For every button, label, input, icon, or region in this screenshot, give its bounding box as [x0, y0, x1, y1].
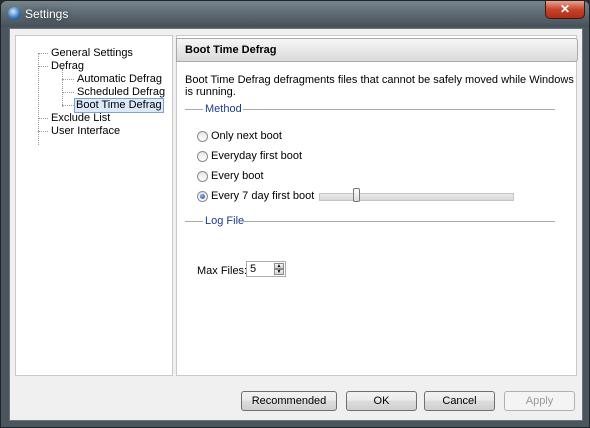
radio-label: Everyday first boot [211, 150, 303, 162]
panel-description: Boot Time Defrag defragments files that … [185, 74, 574, 98]
close-button[interactable]: ✕ [545, 1, 585, 19]
max-files-value[interactable]: 5 [250, 263, 256, 275]
radio-every-boot[interactable]: Every boot [197, 170, 264, 182]
panel-title: Boot Time Defrag [185, 44, 277, 56]
radio-label: Every 7 day first boot [211, 190, 315, 202]
settings-content-panel: Boot Time Defrag Boot Time Defrag defrag… [176, 35, 578, 376]
tree-connector [38, 131, 48, 132]
cancel-button[interactable]: Cancel [424, 391, 495, 411]
tree-connector [38, 53, 48, 54]
tree-item-automatic-defrag[interactable]: Automatic Defrag [75, 73, 164, 86]
title-bar[interactable]: Settings ✕ [1, 1, 589, 27]
apply-button[interactable]: Apply [504, 391, 575, 411]
radio-label: Only next boot [211, 130, 282, 142]
window-title: Settings [25, 7, 69, 21]
method-group-label: Method [205, 103, 242, 115]
logfile-group-label: Log File [205, 215, 245, 227]
group-divider [243, 221, 555, 222]
tree-connector [62, 69, 63, 107]
radio-every-7-day-first-boot[interactable]: Every 7 day first boot [197, 190, 314, 202]
radio-everyday-first-boot[interactable]: Everyday first boot [197, 150, 302, 162]
tree-connector [38, 118, 48, 119]
tree-connector [38, 66, 48, 67]
max-files-spinner[interactable]: 5 ▲ ▼ [246, 261, 286, 277]
panel-header: Boot Time Defrag [176, 38, 578, 62]
day-interval-slider[interactable] [319, 193, 514, 201]
spin-down-icon[interactable]: ▼ [274, 269, 284, 275]
radio-label: Every boot [211, 170, 264, 182]
tree-item-boot-time-defrag[interactable]: Boot Time Defrag [74, 98, 164, 113]
radio-button-checked[interactable] [197, 190, 208, 202]
radio-button[interactable] [197, 150, 208, 162]
tree-item-user-interface[interactable]: User Interface [49, 125, 122, 138]
group-divider [185, 221, 203, 222]
tree-item-exclude-list[interactable]: Exclude List [49, 112, 112, 125]
slider-thumb[interactable] [352, 188, 360, 202]
app-icon [8, 7, 21, 20]
group-divider [185, 109, 203, 110]
settings-window: Settings ✕ General Settings Defrag Autom… [0, 0, 590, 428]
group-divider [243, 109, 555, 110]
tree-connector [62, 92, 74, 93]
ok-button[interactable]: OK [346, 391, 417, 411]
recommended-button[interactable]: Recommended [241, 391, 337, 411]
tree-connector [62, 79, 74, 80]
tree-item-defrag[interactable]: Defrag [49, 60, 86, 73]
tree-item-general-settings[interactable]: General Settings [49, 47, 135, 60]
radio-button[interactable] [197, 130, 208, 142]
tree-connector [62, 105, 74, 106]
settings-tree: General Settings Defrag Automatic Defrag… [15, 35, 173, 376]
radio-only-next-boot[interactable]: Only next boot [197, 130, 282, 142]
radio-button[interactable] [197, 170, 208, 182]
max-files-label: Max Files: [197, 265, 248, 277]
dialog-client-area: General Settings Defrag Automatic Defrag… [9, 28, 583, 421]
